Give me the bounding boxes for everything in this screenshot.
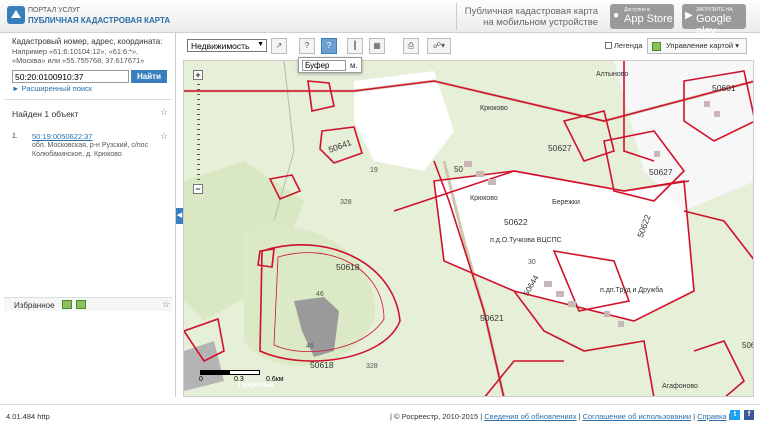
map-label: 50618 — [336, 262, 360, 272]
mobile-line1: Публичная кадастровая карта — [464, 6, 598, 17]
map-label: Агафоново — [662, 383, 698, 390]
scale-label-0: 0 — [199, 376, 203, 383]
updates-link[interactable]: Сведения об обновлениях — [484, 412, 576, 421]
map-label: 50618 — [310, 360, 334, 370]
map-label: 50627 — [649, 167, 673, 177]
appstore-button[interactable]: ● Доступно в App Store — [610, 4, 674, 29]
legend-checkbox[interactable]: Легенда — [605, 41, 643, 50]
scale-label-end: 0.6км — [266, 376, 284, 383]
measure-tool-button[interactable]: ┃ — [347, 38, 363, 54]
buffer-input[interactable]: Буфер — [302, 60, 346, 71]
map-label: п.д.О.Тучкова ВЦСПС — [490, 237, 562, 244]
chevron-down-icon: ▼ — [257, 41, 264, 48]
search-input[interactable]: 50:20:0100910:37 — [12, 70, 129, 83]
map-label: Алтыново — [596, 71, 629, 78]
apple-icon: ● — [613, 10, 620, 21]
favorites-export-icon[interactable] — [76, 300, 86, 309]
hint-line2: Например «61:6:10104:12», «61:6:*», — [12, 46, 139, 56]
favorites-bar: Избранное ☆ — [4, 297, 172, 311]
map-svg — [184, 61, 753, 396]
brand-top: ПОРТАЛ УСЛУГ — [28, 7, 81, 14]
map-label: п.дп.Труд и Дружба — [600, 287, 664, 294]
agreement-link[interactable]: Соглашение об использовании — [583, 412, 691, 421]
map-label: Бережки — [552, 199, 580, 206]
chevron-right-icon: ► — [12, 84, 22, 93]
version-text: 4.01.484 http — [6, 412, 50, 421]
map-label: 50 — [454, 165, 463, 174]
portal-logo-icon[interactable] — [6, 5, 26, 25]
divider — [4, 99, 172, 100]
info-tool-button[interactable]: ? — [321, 38, 337, 54]
manage-label: Управление картой — [666, 41, 734, 50]
map-label: 50645 — [742, 341, 753, 350]
layer-select-value: Недвижимость — [191, 41, 250, 51]
map-label: 50601 — [712, 83, 736, 93]
manage-map-button[interactable]: Управление картой ▾ — [647, 38, 747, 54]
scale-bar — [200, 370, 260, 375]
checkbox-icon — [605, 42, 612, 49]
map-label: 19 — [370, 167, 378, 174]
help-link[interactable]: Справка — [697, 412, 726, 421]
zoom-slider[interactable] — [197, 84, 200, 184]
map-label: 50621 — [480, 313, 504, 323]
buffer-popup: Буфер м. — [298, 57, 362, 73]
appstore-label: App Store — [624, 13, 673, 25]
header: ПОРТАЛ УСЛУГ ПУБЛИЧНАЯ КАДАСТРОВАЯ КАРТА… — [0, 0, 760, 37]
link-button[interactable]: ☍▾ — [427, 38, 451, 54]
buffer-unit: м. — [350, 61, 358, 70]
map-label: 46 — [306, 343, 314, 350]
brand-title[interactable]: ПОРТАЛ УСЛУГ ПУБЛИЧНАЯ КАДАСТРОВАЯ КАРТА — [28, 6, 170, 26]
facebook-icon[interactable]: f — [744, 410, 754, 420]
legend-label: Легенда — [614, 41, 643, 50]
favorites-label: Избранное — [14, 301, 55, 310]
chevron-down-icon: ▾ — [735, 41, 739, 50]
play-icon: ▶ — [685, 10, 693, 21]
print-button[interactable]: ⎙ — [403, 38, 419, 54]
found-count: Найден 1 объект — [12, 109, 79, 119]
map-toolbar: Недвижимость ▼ ↗ ? ? ┃ ▦ ⎙ ☍▾ Легенда Уп… — [183, 36, 754, 60]
result-number: 1. — [12, 133, 18, 140]
result-address: обл. Московская, р-н Рузский, с/пос Колю… — [32, 142, 149, 158]
map-canvas[interactable]: 50618 50618 50621 50622 50622 50627 5062… — [183, 60, 754, 397]
advanced-label: Расширенный поиск — [21, 84, 93, 93]
map-label: 328 — [366, 363, 378, 370]
app-root: ПОРТАЛ УСЛУГ ПУБЛИЧНАЯ КАДАСТРОВАЯ КАРТА… — [0, 0, 760, 427]
find-button[interactable]: Найти — [131, 70, 167, 83]
mobile-promo: Публичная кадастровая карта на мобильном… — [460, 6, 598, 28]
star-icon[interactable]: ☆ — [162, 299, 170, 310]
layer-select[interactable]: Недвижимость ▼ — [187, 39, 267, 52]
map-label: 30 — [528, 259, 536, 266]
zoom-out-button[interactable]: − — [193, 184, 203, 194]
map-label: 50622 — [504, 217, 528, 227]
search-hint: Кадастровый номер, адрес, координата: На… — [12, 37, 172, 66]
copyright: | © Росреестр, 2010-2015 | — [390, 412, 483, 421]
mobile-line2: на мобильном устройстве — [483, 17, 598, 28]
identify-tool-button[interactable]: ? — [299, 38, 315, 54]
gplay-label: Google play — [696, 13, 732, 37]
map-label: Крюково — [480, 105, 508, 112]
layers-icon — [652, 42, 661, 51]
map-label: 328 — [340, 199, 352, 206]
brand-main: ПУБЛИЧНАЯ КАДАСТРОВАЯ КАРТА — [28, 16, 171, 25]
area-tool-button[interactable]: ▦ — [369, 38, 385, 54]
left-panel: Кадастровый номер, адрес, координата: На… — [0, 33, 176, 397]
scale-label-mid: 0.3 — [234, 376, 244, 383]
select-tool-button[interactable]: ↗ — [271, 38, 287, 54]
twitter-icon[interactable]: t — [730, 410, 740, 420]
googleplay-button[interactable]: ▶ ЗАГРУЗИТЕ НА Google play — [682, 4, 746, 37]
map-label: 50627 — [548, 143, 572, 153]
footer-links: | © Росреестр, 2010-2015 | Сведения об о… — [390, 412, 731, 421]
footer: 4.01.484 http | © Росреестр, 2010-2015 |… — [0, 404, 760, 427]
collapse-panel-button[interactable]: ◀ — [176, 208, 183, 224]
map-label: 46 — [316, 291, 324, 298]
map-label: Крюково — [470, 195, 498, 202]
zoom-in-button[interactable]: + — [193, 70, 203, 80]
star-icon[interactable]: ☆ — [160, 107, 168, 118]
advanced-search-link[interactable]: ► Расширенный поиск — [12, 84, 92, 93]
result-link[interactable]: 50:19:0050622:37 — [32, 132, 92, 141]
favorites-add-icon[interactable] — [62, 300, 72, 309]
divider — [456, 3, 457, 30]
hint-line3: «Москва» или «55.755768, 37.617671» — [12, 56, 145, 65]
hint-line1: Кадастровый номер, адрес, координата: — [12, 37, 163, 46]
